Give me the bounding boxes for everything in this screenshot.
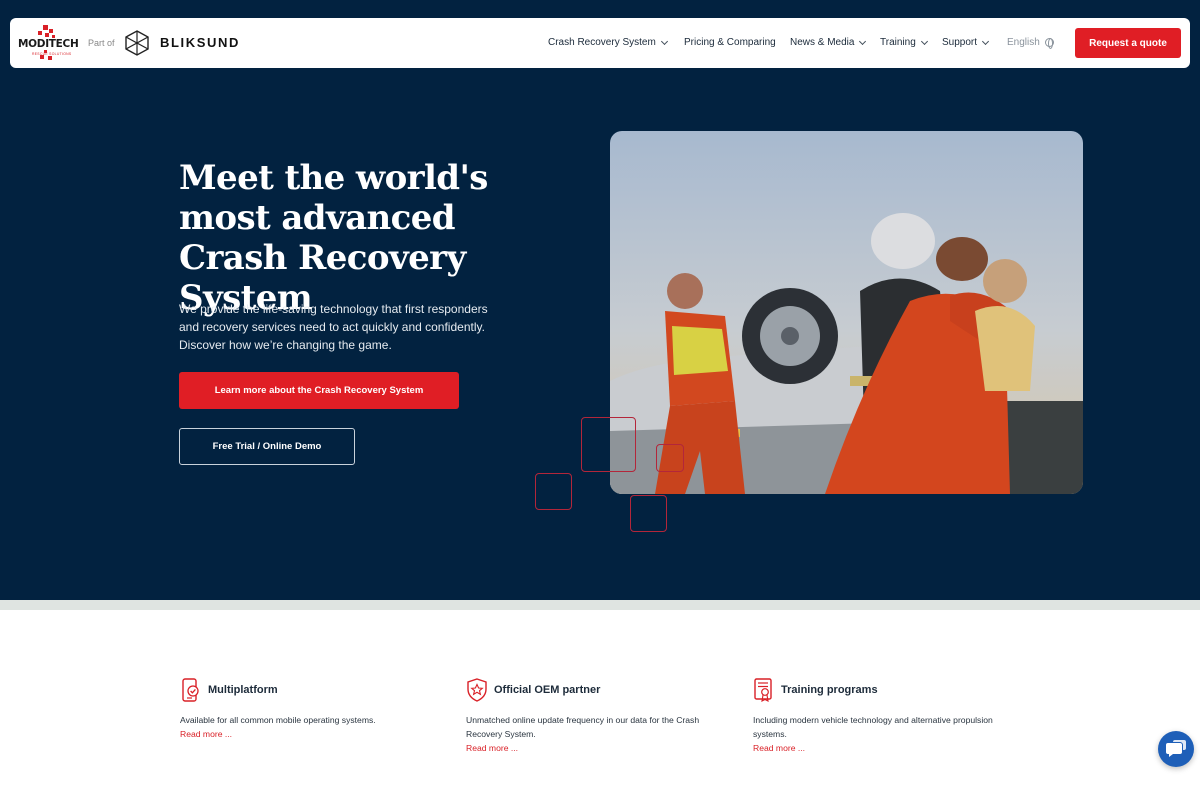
chat-widget-button[interactable] xyxy=(1158,731,1194,767)
decorative-square xyxy=(535,473,572,510)
chevron-down-icon xyxy=(660,37,668,45)
star-shield-icon xyxy=(467,678,487,702)
logo-pixel xyxy=(38,31,42,35)
moditech-tagline: RESCUE SOLUTIONS xyxy=(32,52,72,56)
nav-crash-recovery-system[interactable]: Crash Recovery System xyxy=(548,37,668,48)
logo-pixel xyxy=(48,56,52,60)
read-more-link[interactable]: Read more ... xyxy=(180,727,445,741)
feature-description: Available for all common mobile operatin… xyxy=(180,715,376,725)
nav-label: Pricing & Comparing xyxy=(684,37,776,48)
nav-training[interactable]: Training xyxy=(880,37,928,48)
moditech-logo[interactable]: MODITECH RESCUE SOLUTIONS xyxy=(18,25,80,61)
language-selector[interactable]: English xyxy=(1007,37,1054,49)
feature-title: Multiplatform xyxy=(208,684,278,696)
read-more-link[interactable]: Read more ... xyxy=(466,741,731,755)
feature-description: Unmatched online update frequency in our… xyxy=(466,715,700,739)
feature-title: Training programs xyxy=(781,684,878,696)
feature-title: Official OEM partner xyxy=(494,684,601,696)
learn-more-button[interactable]: Learn more about the Crash Recovery Syst… xyxy=(179,372,459,409)
phone-check-icon xyxy=(182,678,199,702)
site-header: MODITECH RESCUE SOLUTIONS Part of BLIKSU… xyxy=(10,18,1190,68)
part-of-label: Part of xyxy=(88,38,115,48)
chevron-down-icon xyxy=(920,37,928,45)
decorative-square xyxy=(656,444,684,472)
read-more-link[interactable]: Read more ... xyxy=(753,741,1018,755)
hero-photo xyxy=(610,131,1083,494)
nav-label: News & Media xyxy=(790,37,855,48)
chevron-down-icon xyxy=(859,37,867,45)
hero-title: Meet the world's most advanced Crash Rec… xyxy=(179,158,488,318)
free-trial-button[interactable]: Free Trial / Online Demo xyxy=(179,428,355,465)
nav-label: Support xyxy=(942,37,978,48)
decorative-square xyxy=(630,495,667,532)
rescue-scene-illustration xyxy=(610,131,1083,494)
logo-pixel xyxy=(45,33,49,37)
feature-description: Including modern vehicle technology and … xyxy=(753,715,993,739)
nav-support[interactable]: Support xyxy=(942,37,990,48)
section-divider xyxy=(0,600,1200,610)
language-label: English xyxy=(1007,37,1040,48)
nav-label: Training xyxy=(880,37,916,48)
nav-pricing-comparing[interactable]: Pricing & Comparing xyxy=(684,37,776,48)
certificate-icon xyxy=(754,678,772,702)
logo-pixel xyxy=(43,25,48,30)
logo-pixel xyxy=(49,29,53,33)
nav-news-media[interactable]: News & Media xyxy=(790,37,867,48)
chat-bubble-icon xyxy=(1166,740,1186,757)
hero-subtitle: We provide the life-saving technology th… xyxy=(179,302,488,352)
globe-icon xyxy=(1044,38,1054,49)
decorative-square xyxy=(581,417,636,472)
chevron-down-icon xyxy=(981,37,990,45)
moditech-wordmark: MODITECH xyxy=(18,38,79,50)
request-quote-button[interactable]: Request a quote xyxy=(1075,28,1181,58)
nav-label: Crash Recovery System xyxy=(548,37,656,48)
bliksund-hex-icon xyxy=(125,30,149,56)
bliksund-logo[interactable]: BLIKSUND xyxy=(160,35,240,50)
